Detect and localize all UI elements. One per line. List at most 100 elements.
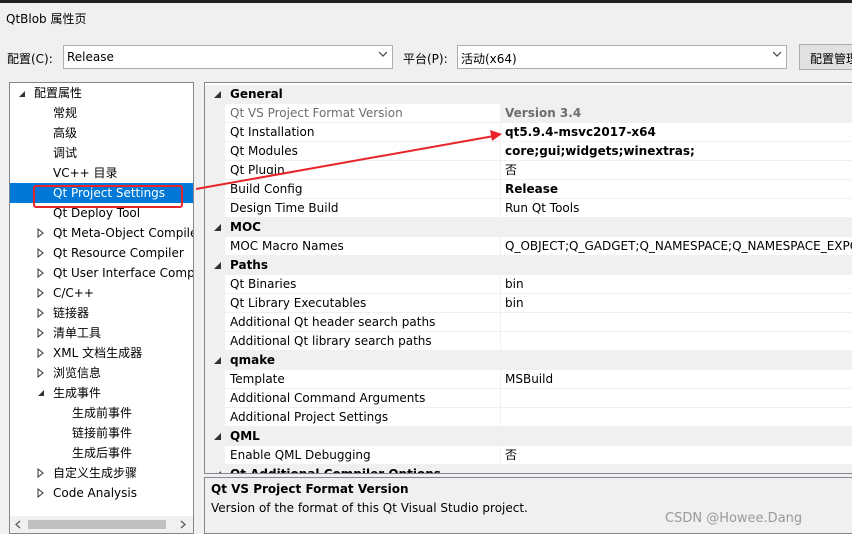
property-name: Enable QML Debugging [230, 448, 371, 462]
property-name: Additional Project Settings [230, 410, 389, 424]
property-value[interactable]: bin [505, 275, 852, 294]
property-row[interactable]: Qt Installation qt5.9.4-msvc2017-x64 [205, 123, 852, 142]
collapsed-triangle-icon[interactable] [36, 308, 46, 318]
property-value[interactable]: qt5.9.4-msvc2017-x64 [505, 123, 852, 142]
tree-item-qt-deploy-tool[interactable]: Qt Deploy Tool [53, 203, 140, 223]
collapsed-triangle-icon[interactable] [36, 248, 46, 258]
expanded-triangle-icon[interactable] [213, 470, 222, 474]
collapsed-triangle-icon[interactable] [36, 488, 46, 498]
tree-item-pre-link-event[interactable]: 链接前事件 [72, 423, 132, 443]
watermark: CSDN @Howee.Dang [665, 511, 803, 526]
category-qml[interactable]: QML [205, 427, 852, 446]
column-divider [500, 142, 501, 161]
tree-horizontal-scrollbar[interactable] [10, 516, 193, 533]
property-row[interactable]: Build Config Release [205, 180, 852, 199]
column-divider [500, 408, 501, 427]
property-value[interactable]: Run Qt Tools [505, 199, 852, 218]
property-name: Template [230, 372, 285, 386]
tree-item-c-cpp[interactable]: C/C++ [53, 283, 94, 303]
configuration-manager-button[interactable]: 配置管理 [799, 44, 852, 70]
collapsed-triangle-icon[interactable] [36, 228, 46, 238]
tree-item-browse-information[interactable]: 浏览信息 [53, 363, 101, 383]
property-name: Qt Binaries [230, 277, 297, 291]
category-label: qmake [230, 353, 275, 367]
category-moc[interactable]: MOC [205, 218, 852, 237]
tree-item-xml-document-generator[interactable]: XML 文档生成器 [53, 343, 142, 363]
column-divider [500, 446, 501, 465]
expanded-triangle-icon[interactable] [213, 432, 222, 441]
collapsed-triangle-icon[interactable] [36, 288, 46, 298]
property-row[interactable]: Additional Command Arguments [205, 389, 852, 408]
property-value[interactable]: MSBuild [505, 370, 852, 389]
tree-item-debugging[interactable]: 调试 [53, 143, 77, 163]
tree-item-linker[interactable]: 链接器 [53, 303, 89, 323]
scrollbar-thumb[interactable] [28, 520, 166, 529]
property-value[interactable]: Q_OBJECT;Q_GADGET;Q_NAMESPACE;Q_NAMESPAC… [505, 237, 852, 256]
property-value: Version 3.4 [501, 104, 852, 123]
column-divider [500, 313, 501, 332]
category-paths[interactable]: Paths [205, 256, 852, 275]
property-row[interactable]: Qt Plugin 否 [205, 161, 852, 180]
scroll-left-icon[interactable] [14, 520, 22, 529]
platform-dropdown[interactable]: 活动(x64) [457, 45, 787, 69]
tree-item-label: Qt Project Settings [53, 186, 166, 200]
collapsed-triangle-icon[interactable] [36, 368, 46, 378]
tree-item-manifest-tool[interactable]: 清单工具 [53, 323, 101, 343]
row-margin [205, 332, 225, 351]
category-qt-additional-compiler-options[interactable]: Qt Additional Compiler Options [205, 465, 852, 474]
tree-item-pre-build-event[interactable]: 生成前事件 [72, 403, 132, 423]
property-value[interactable]: Release [505, 180, 852, 199]
config-dropdown[interactable]: Release [63, 45, 393, 69]
expanded-triangle-icon[interactable] [36, 388, 46, 398]
tree-item-code-analysis[interactable]: Code Analysis [53, 483, 137, 503]
property-row[interactable]: Qt Modules core;gui;widgets;winextras; [205, 142, 852, 161]
property-value[interactable]: core;gui;widgets;winextras; [505, 142, 852, 161]
category-label: MOC [230, 220, 261, 234]
collapsed-triangle-icon[interactable] [36, 348, 46, 358]
property-value[interactable]: bin [505, 294, 852, 313]
property-row[interactable]: Additional Qt library search paths [205, 332, 852, 351]
property-row[interactable]: Qt Library Executables bin [205, 294, 852, 313]
category-qmake[interactable]: qmake [205, 351, 852, 370]
tree-root-config-properties[interactable]: 配置属性 [34, 83, 82, 103]
expanded-triangle-icon[interactable] [213, 223, 222, 232]
row-margin [205, 389, 225, 408]
tree-item-vc-directories[interactable]: VC++ 目录 [53, 163, 118, 183]
expanded-triangle-icon[interactable] [213, 356, 222, 365]
expanded-triangle-icon[interactable] [213, 261, 222, 270]
tree-item-qt-resource-compiler[interactable]: Qt Resource Compiler [53, 243, 184, 263]
category-label: Paths [230, 258, 268, 272]
tree-item-post-build-event[interactable]: 生成后事件 [72, 443, 132, 463]
collapsed-triangle-icon[interactable] [36, 328, 46, 338]
category-general[interactable]: General [205, 85, 852, 104]
tree-item-general[interactable]: 常规 [53, 103, 77, 123]
column-divider [500, 275, 501, 294]
property-value[interactable]: 否 [505, 161, 852, 180]
property-row[interactable]: Design Time Build Run Qt Tools [205, 199, 852, 218]
collapsed-triangle-icon[interactable] [36, 268, 46, 278]
property-row[interactable]: Additional Project Settings [205, 408, 852, 427]
property-row[interactable]: Additional Qt header search paths [205, 313, 852, 332]
tree-item-qt-meta-object-compiler[interactable]: Qt Meta-Object Compile [53, 223, 193, 243]
property-name: Qt VS Project Format Version [230, 106, 403, 120]
property-row[interactable]: MOC Macro Names Q_OBJECT;Q_GADGET;Q_NAME… [205, 237, 852, 256]
row-margin [205, 446, 225, 465]
tree-item-custom-build-step[interactable]: 自定义生成步骤 [53, 463, 137, 483]
expanded-triangle-icon[interactable] [17, 89, 27, 99]
property-row[interactable]: Template MSBuild [205, 370, 852, 389]
tree-item-build-events[interactable]: 生成事件 [53, 383, 101, 403]
collapsed-triangle-icon[interactable] [36, 468, 46, 478]
property-row[interactable]: Qt VS Project Format Version Version 3.4 [205, 104, 852, 123]
row-margin [205, 180, 225, 199]
row-margin [205, 275, 225, 294]
tree-item-qt-user-interface-compiler[interactable]: Qt User Interface Comp [53, 263, 193, 283]
property-value[interactable]: 否 [505, 446, 852, 465]
tree-item-advanced[interactable]: 高级 [53, 123, 77, 143]
tree-item-qt-project-settings[interactable]: Qt Project Settings [10, 183, 193, 203]
expanded-triangle-icon[interactable] [213, 90, 222, 99]
row-margin [205, 370, 225, 389]
scroll-right-icon[interactable] [179, 520, 187, 529]
property-row[interactable]: Qt Binaries bin [205, 275, 852, 294]
property-row[interactable]: Enable QML Debugging 否 [205, 446, 852, 465]
property-name: Additional Qt library search paths [230, 334, 432, 348]
